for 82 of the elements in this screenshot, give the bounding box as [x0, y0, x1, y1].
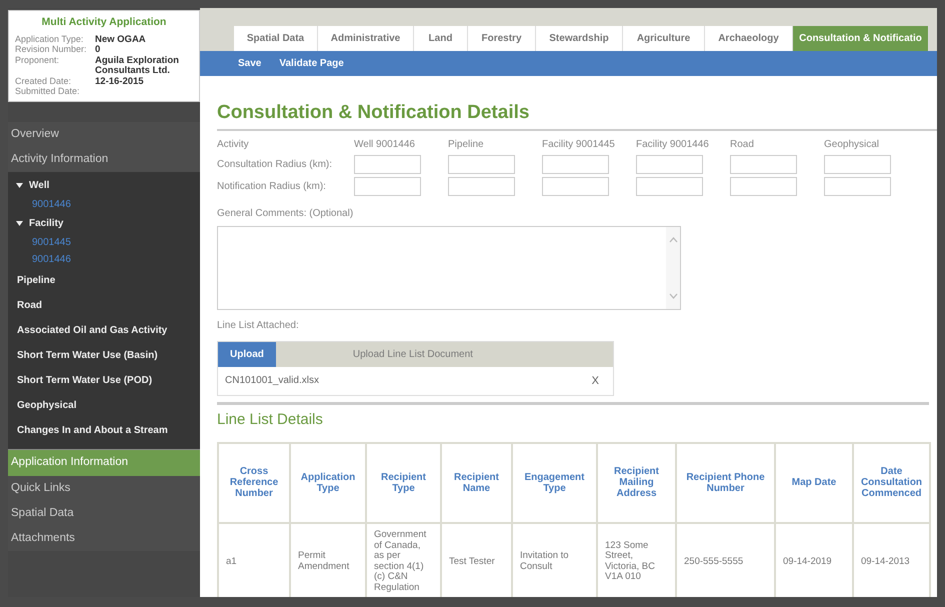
sidebar-item[interactable]: Application Information [8, 449, 200, 476]
sidebar-item[interactable]: Quick Links [8, 476, 200, 501]
field-value: 12-16-2015 [95, 76, 144, 87]
radius-field[interactable] [730, 176, 797, 196]
activity-label: Facility 9001445 [542, 138, 616, 152]
toolbar-button[interactable]: Save [238, 56, 262, 71]
column-header: Cross Reference Number [218, 442, 290, 523]
column-header: Date Consultation Commenced [853, 442, 930, 523]
activity-label: Facility 9001446 [636, 138, 710, 152]
radius-field[interactable] [730, 154, 797, 174]
field-value: New OGAA [95, 34, 146, 45]
tab[interactable]: Administrative [318, 26, 414, 51]
field-label: Proponent: [15, 56, 60, 67]
sidebar-subitem[interactable]: Geophysical [8, 393, 200, 418]
tab[interactable]: Land [414, 26, 468, 51]
activity-label: Well 9001446 [354, 138, 416, 152]
scroll-down-icon[interactable] [668, 292, 678, 299]
column-header: Recipient Type [366, 442, 441, 523]
sidebar-subitem[interactable]: Short Term Water Use (Basin) [8, 343, 200, 368]
radius-field[interactable] [636, 176, 703, 196]
field-value: Aguila Exploration Consultants Ltd. [95, 56, 180, 76]
field-label: Consultation Radius (km): [217, 158, 334, 172]
sidebar-item[interactable]: Activity Information [8, 147, 200, 172]
radius-field[interactable] [824, 154, 891, 174]
field-label: Revision Number: [15, 45, 88, 56]
column-header: Recipient Mailing Address [597, 442, 676, 523]
tab[interactable]: Spatial Data [234, 26, 318, 51]
tree-link[interactable]: 9001446 [8, 251, 200, 268]
activity-label: Geophysical [824, 138, 880, 152]
radius-field[interactable] [824, 176, 891, 196]
field-label: Line List Attached: [217, 318, 300, 333]
field-label: General Comments: (Optional) [217, 206, 354, 221]
radius-field[interactable] [354, 176, 421, 196]
radius-field[interactable] [542, 154, 609, 174]
column-header: Map Date [775, 442, 853, 523]
summary-title: Multi Activity Application [40, 15, 168, 30]
field-label: Notification Radius (km): [217, 180, 327, 194]
sidebar-subitem[interactable]: Changes In and About a Stream [8, 418, 200, 444]
caret-icon [16, 221, 23, 226]
upload-hint: Upload Line List Document [352, 348, 473, 362]
remove-button[interactable]: X [592, 372, 599, 390]
caret-icon [16, 183, 23, 188]
sidebar-subitem[interactable]: Associated Oil and Gas Activity [8, 318, 200, 344]
file-name: CN101001_valid.xlsx [225, 374, 319, 388]
tab[interactable]: Stewardship [536, 26, 623, 51]
sidebar-item[interactable]: Attachments [8, 526, 200, 552]
field-label: Submitted Date: [15, 86, 81, 97]
sidebar-subitem[interactable]: Road [8, 293, 200, 318]
field-label: Application Type: [15, 34, 84, 46]
tree-group[interactable]: Well [8, 175, 200, 196]
sidebar-item[interactable]: Overview [8, 122, 200, 148]
radius-field[interactable] [354, 154, 421, 174]
upload-button[interactable]: Upload [218, 342, 276, 367]
radius-field[interactable] [448, 176, 515, 196]
tree-link[interactable]: 9001446 [8, 196, 200, 214]
column-header: Engagement Type [512, 442, 597, 523]
column-header: Application Type [290, 442, 366, 523]
tab[interactable]: Consultation & Notificatio [793, 26, 929, 51]
tree-group[interactable]: Facility [8, 213, 200, 234]
radius-field[interactable] [636, 154, 703, 174]
column-header: Recipient Name [441, 442, 512, 523]
tab[interactable]: Agriculture [623, 26, 705, 51]
tab[interactable]: Forestry [468, 26, 536, 51]
comments-field[interactable] [217, 226, 681, 310]
field-label: Created Date: [15, 76, 72, 87]
activity-label: Road [730, 138, 755, 152]
column-label: Activity [217, 138, 250, 152]
scroll-up-icon[interactable] [668, 236, 678, 243]
section-title: Line List Details [217, 410, 324, 430]
column-header: Recipient Phone Number [676, 442, 775, 523]
page-title: Consultation & Notification Details [217, 102, 530, 125]
sidebar-subitem[interactable]: Short Term Water Use (POD) [8, 368, 200, 394]
sidebar-subitem[interactable]: Pipeline [8, 268, 200, 294]
activity-label: Pipeline [448, 138, 485, 152]
tree-link[interactable]: 9001445 [8, 234, 200, 252]
radius-field[interactable] [448, 154, 515, 174]
sidebar-item[interactable]: Spatial Data [8, 500, 200, 526]
field-value: 0 [95, 45, 100, 56]
table-cell: a1 [218, 522, 290, 597]
tab[interactable]: Archaeology [705, 26, 793, 51]
radius-field[interactable] [542, 176, 609, 196]
toolbar-button[interactable]: Validate Page [279, 56, 344, 71]
